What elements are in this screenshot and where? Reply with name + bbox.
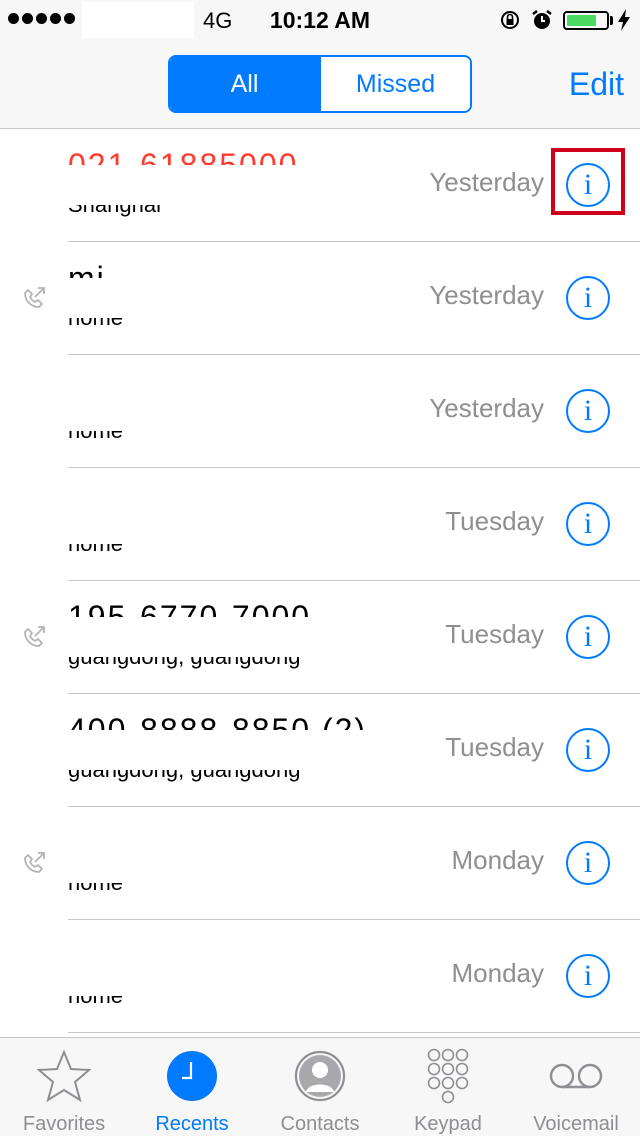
caller-name: · bbox=[68, 373, 81, 391]
recents-list: 021-61885000 Shanghai Yesterday i mi home Yest… bbox=[0, 129, 640, 1037]
caller-subtitle: home bbox=[68, 883, 123, 896]
call-row[interactable]: 195-6770-7000 guangdong, guangdong Tuesday… bbox=[0, 581, 640, 694]
call-date: Tuesday bbox=[445, 732, 544, 762]
caller-subtitle: guangdong, guangdong bbox=[68, 770, 300, 783]
caller-subtitle-area: home bbox=[68, 996, 398, 1009]
caller-subtitle: home bbox=[68, 996, 123, 1009]
caller-name: · bbox=[68, 938, 81, 956]
call-date: Yesterday bbox=[429, 393, 544, 423]
tab-keypad[interactable]: Keypad bbox=[384, 1038, 512, 1136]
tab-label: Contacts bbox=[280, 1113, 360, 1135]
edit-button[interactable]: Edit bbox=[569, 66, 624, 103]
tab-label: Keypad bbox=[414, 1113, 482, 1135]
voicemail-icon bbox=[549, 1063, 603, 1089]
info-icon[interactable]: i bbox=[566, 163, 610, 207]
caller-subtitle-area: guangdong, guangdong bbox=[68, 657, 398, 670]
alarm-icon bbox=[532, 10, 552, 29]
call-date: Yesterday bbox=[429, 280, 544, 310]
call-row[interactable]: 400-8888-8850 (2) guangdong, guangdong Tue… bbox=[0, 694, 640, 807]
caller-name-area: 021-61885000 bbox=[68, 141, 398, 165]
clock-icon bbox=[167, 1051, 217, 1101]
tab-label: Recents bbox=[155, 1113, 229, 1135]
caller-subtitle-area: Shanghai bbox=[68, 205, 398, 218]
call-date: Yesterday bbox=[429, 167, 544, 197]
info-icon[interactable]: i bbox=[566, 728, 610, 772]
call-row[interactable]: · home Yesterday i bbox=[0, 355, 640, 468]
call-row[interactable]: mi home Yesterday i bbox=[0, 242, 640, 355]
caller-name: mi bbox=[68, 260, 106, 278]
caller-subtitle: home bbox=[68, 544, 123, 557]
tab-favorites[interactable]: Favorites bbox=[0, 1038, 128, 1136]
tab-voicemail[interactable]: Voicemail bbox=[512, 1038, 640, 1136]
tab-bar: Favorites Recents Contacts Keypad Voicemail bbox=[0, 1037, 640, 1136]
info-icon[interactable]: i bbox=[566, 389, 610, 433]
keypad-icon bbox=[427, 1048, 469, 1104]
caller-name-area: 195-6770-7000 bbox=[68, 593, 398, 617]
caller-name-area: · bbox=[68, 819, 398, 843]
caller-subtitle: home bbox=[68, 318, 123, 331]
tab-contacts[interactable]: Contacts bbox=[256, 1038, 384, 1136]
contact-icon bbox=[294, 1050, 346, 1102]
battery-level bbox=[567, 15, 596, 26]
info-icon[interactable]: i bbox=[566, 954, 610, 998]
status-bar: 4G 10:12 AM bbox=[0, 0, 640, 40]
segment-missed[interactable]: Missed bbox=[319, 57, 470, 111]
recents-filter-control: All Missed bbox=[168, 55, 472, 113]
caller-subtitle-area: guangdong, guangdong bbox=[68, 770, 398, 783]
call-row[interactable]: · home Mondayi bbox=[0, 807, 640, 920]
call-date: Tuesday bbox=[445, 506, 544, 536]
battery-tip bbox=[610, 16, 613, 25]
caller-name-area: · bbox=[68, 480, 398, 504]
call-date: Tuesday bbox=[445, 619, 544, 649]
caller-name: 400-8888-8850 (2) bbox=[68, 712, 368, 730]
tab-label: Voicemail bbox=[533, 1113, 619, 1135]
caller-subtitle: guangdong, guangdong bbox=[68, 657, 300, 670]
caller-name: · bbox=[68, 486, 81, 504]
caller-name-area: · bbox=[68, 932, 398, 956]
call-date: Monday bbox=[451, 958, 545, 988]
star-icon bbox=[36, 1049, 92, 1103]
rotation-lock-icon bbox=[501, 11, 519, 29]
caller-subtitle-area: home bbox=[68, 544, 398, 557]
caller-name: 021-61885000 bbox=[68, 147, 299, 165]
caller-name-area: mi bbox=[68, 254, 398, 278]
call-date: Monday bbox=[451, 845, 545, 875]
battery-icon bbox=[563, 11, 609, 30]
tab-label: Favorites bbox=[22, 1113, 106, 1135]
caller-name: 195-6770-7000 bbox=[68, 599, 312, 617]
outgoing-call-icon bbox=[24, 852, 45, 873]
charging-bolt-icon bbox=[618, 9, 630, 31]
info-icon[interactable]: i bbox=[566, 615, 610, 659]
info-icon[interactable]: i bbox=[566, 841, 610, 885]
caller-subtitle: home bbox=[68, 431, 123, 444]
caller-name-area: · bbox=[68, 367, 398, 391]
nav-bar: All Missed Edit bbox=[0, 40, 640, 129]
caller-name: · bbox=[68, 825, 81, 843]
info-icon[interactable]: i bbox=[566, 276, 610, 320]
call-row[interactable]: · home Tuesday i bbox=[0, 468, 640, 581]
call-row[interactable]: 021-61885000 Shanghai Yesterday i bbox=[0, 129, 640, 242]
segment-all[interactable]: All bbox=[170, 57, 319, 111]
tab-recents[interactable]: Recents bbox=[128, 1038, 256, 1136]
outgoing-call-icon bbox=[24, 287, 45, 308]
outgoing-call-icon bbox=[24, 626, 45, 647]
caller-name-area: 400-8888-8850 (2) bbox=[68, 706, 398, 730]
caller-subtitle: Shanghai bbox=[68, 205, 161, 218]
caller-subtitle-area: home bbox=[68, 883, 398, 896]
call-row[interactable]: · home Mondayi bbox=[0, 920, 640, 1033]
caller-subtitle-area: home bbox=[68, 318, 398, 331]
info-icon[interactable]: i bbox=[566, 502, 610, 546]
caller-subtitle-area: home bbox=[68, 431, 398, 444]
